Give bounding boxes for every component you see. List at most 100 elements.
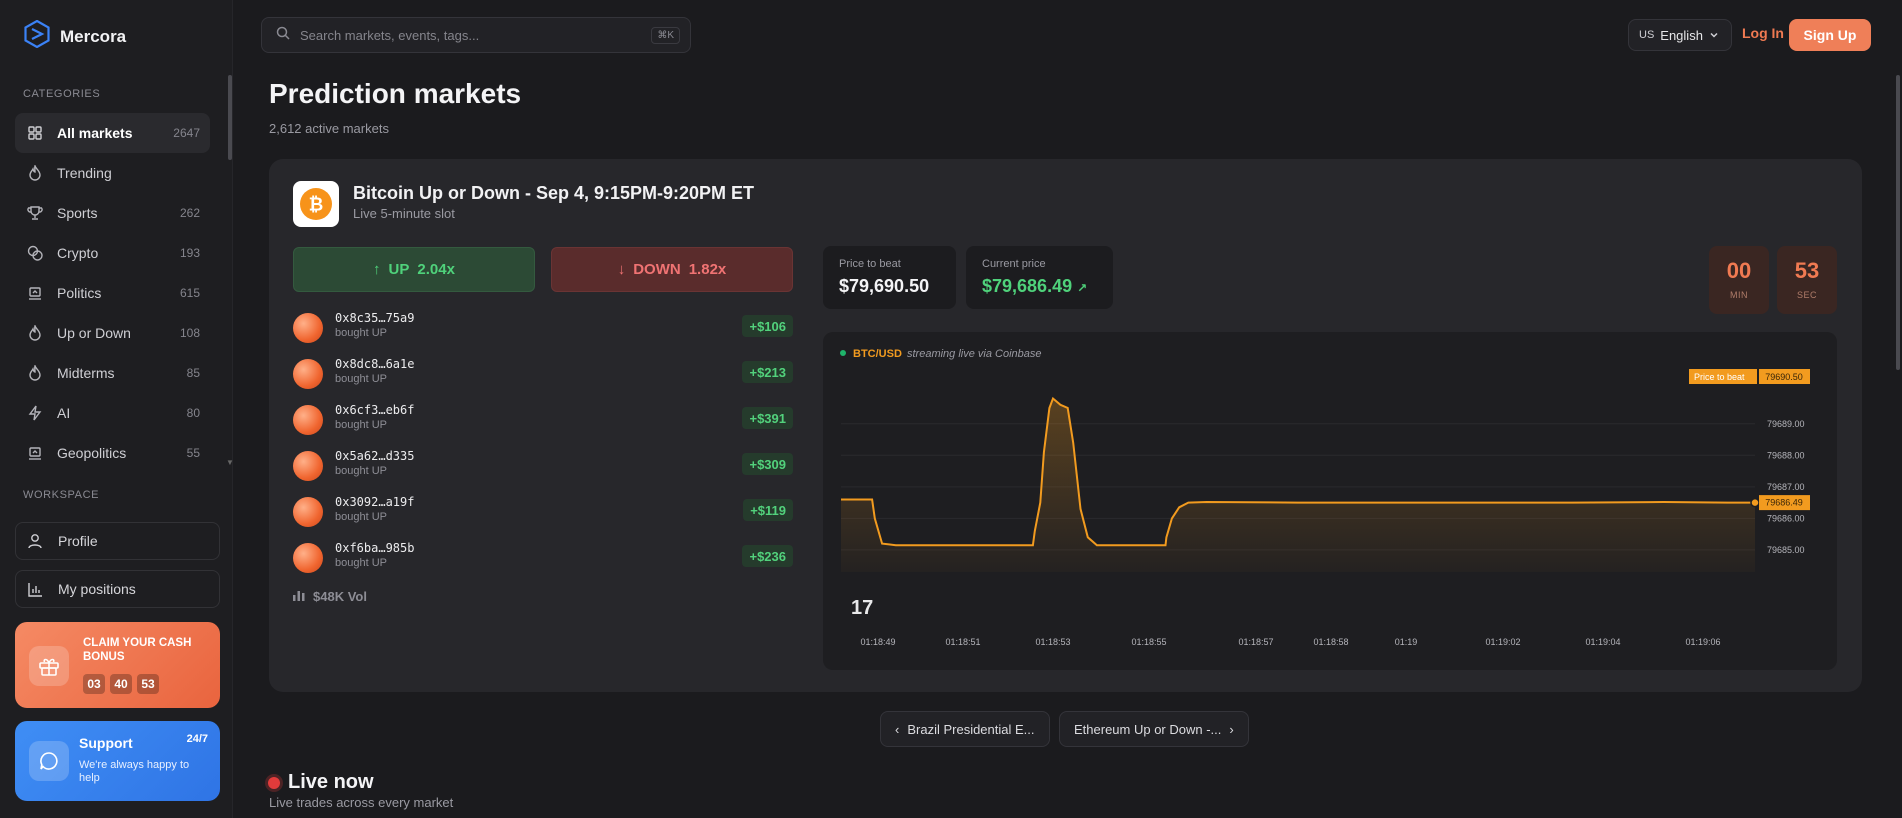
sidebar-item-politics[interactable]: Politics 615 bbox=[15, 273, 210, 313]
main-scrollbar[interactable] bbox=[1896, 75, 1900, 370]
y-tick-label: 79688.00 bbox=[1767, 450, 1805, 460]
flame-icon bbox=[27, 365, 43, 381]
y-axis: 79689.00 79688.00 79687.00 79686.00 79685.00 bbox=[1767, 419, 1805, 555]
bonus-countdown: 03 40 53 bbox=[83, 674, 159, 694]
search-bar[interactable]: ⌘K bbox=[261, 17, 691, 53]
support-card[interactable]: Support 24/7 We're always happy to help bbox=[15, 721, 220, 801]
price-to-beat-box: Price to beat $79,690.50 bbox=[823, 246, 956, 309]
market-subtitle: Live 5-minute slot bbox=[353, 206, 455, 221]
countdown-seconds-value: 53 bbox=[1794, 258, 1820, 283]
sidebar-item-label: Politics bbox=[57, 285, 102, 301]
countdown-minutes-value: 00 bbox=[1726, 258, 1752, 283]
search-input[interactable] bbox=[300, 27, 652, 43]
trade-address: 0x8c35…75a9 bbox=[335, 311, 415, 325]
x-tick-label: 01:18:51 bbox=[945, 637, 980, 647]
y-tick-label: 79686.00 bbox=[1767, 513, 1805, 523]
current-price-dot bbox=[1750, 497, 1760, 508]
chart-source-note: streaming live via Coinbase bbox=[907, 348, 1042, 360]
countdown-seconds: 53 SEC bbox=[1777, 246, 1837, 314]
x-tick-label: 01:19:02 bbox=[1485, 637, 1520, 647]
list-item: 0xf6ba…985b bought UP +$236 bbox=[293, 539, 793, 585]
trade-amount: +$391 bbox=[742, 407, 793, 429]
sidebar-item-geopolitics[interactable]: Geopolitics 55 bbox=[15, 433, 210, 473]
sidebar-item-midterms[interactable]: Midterms 85 bbox=[15, 353, 210, 393]
sidebar: Mercora CATEGORIES All markets 2647 Tren… bbox=[0, 0, 234, 818]
buy-down-button[interactable]: ↓ DOWN 1.82x bbox=[551, 247, 793, 292]
podium-icon bbox=[27, 445, 43, 461]
arrow-down-icon: ↓ bbox=[617, 261, 626, 278]
search-icon bbox=[276, 26, 290, 45]
current-price-value: $79,686.49 bbox=[982, 276, 1073, 296]
trophy-icon bbox=[27, 205, 43, 221]
sidebar-item-ai[interactable]: AI 80 bbox=[15, 393, 210, 433]
language-label: English bbox=[1660, 27, 1703, 43]
brand-name: Mercora bbox=[60, 26, 127, 46]
x-tick-label: 01:18:55 bbox=[1131, 637, 1166, 647]
sidebar-item-label: Geopolitics bbox=[57, 445, 127, 461]
price-chart[interactable]: BTC/USD streaming live via Coinbase 7968… bbox=[823, 332, 1837, 670]
my-positions-button[interactable]: My positions bbox=[15, 570, 220, 608]
volume-value: $48K Vol bbox=[313, 589, 367, 604]
avatar bbox=[293, 359, 323, 389]
language-select[interactable]: US English bbox=[1628, 19, 1732, 51]
trade-address: 0xf6ba…985b bbox=[335, 541, 415, 555]
login-link[interactable]: Log In bbox=[1742, 25, 1784, 41]
sidebar-scrollbar[interactable] bbox=[228, 75, 232, 160]
live-now-title: Live now bbox=[288, 771, 374, 793]
signup-button[interactable]: Sign Up bbox=[1789, 19, 1871, 51]
price-to-beat-value: $79,690.50 bbox=[839, 276, 930, 296]
price-to-beat-marker: Price to beat 79690.50 bbox=[1689, 369, 1810, 384]
y-tick-label: 79685.00 bbox=[1767, 545, 1805, 555]
market-title[interactable]: Bitcoin Up or Down - Sep 4, 9:15PM-9:20P… bbox=[353, 183, 754, 204]
profile-button[interactable]: Profile bbox=[15, 522, 220, 560]
sidebar-item-count: 108 bbox=[179, 326, 200, 340]
scroll-down-arrow-icon[interactable]: ▼ bbox=[226, 458, 234, 467]
trade-address: 0x8dc8…6a1e bbox=[335, 357, 415, 371]
chat-bubble-icon bbox=[29, 741, 69, 781]
avatar bbox=[293, 497, 323, 527]
categories-label: CATEGORIES bbox=[23, 88, 101, 100]
support-badge: 24/7 bbox=[186, 733, 208, 745]
flag-us-icon: US bbox=[1639, 29, 1655, 41]
sidebar-item-label: Midterms bbox=[57, 365, 115, 381]
sidebar-item-trending[interactable]: Trending bbox=[15, 153, 210, 193]
current-price-box: Current price $79,686.49 ↗ bbox=[966, 246, 1113, 309]
trade-action: bought UP bbox=[335, 327, 387, 339]
sidebar-item-label: AI bbox=[57, 405, 71, 421]
trade-action: bought UP bbox=[335, 557, 387, 569]
list-item: 0x8c35…75a9 bought UP +$106 bbox=[293, 309, 793, 355]
current-price-row: $79,686.49 ↗ bbox=[982, 276, 1097, 297]
x-tick-label: 01:18:53 bbox=[1035, 637, 1070, 647]
sidebar-item-count: 85 bbox=[186, 366, 200, 380]
avatar bbox=[293, 405, 323, 435]
cash-bonus-card[interactable]: CLAIM YOUR CASH BONUS 03 40 53 bbox=[15, 622, 220, 708]
bar-chart-icon bbox=[293, 589, 305, 604]
sidebar-item-crypto[interactable]: Crypto 193 bbox=[15, 233, 210, 273]
prev-market-button[interactable]: ‹ Brazil Presidential E... bbox=[880, 711, 1050, 747]
sidebar-item-up-or-down[interactable]: Up or Down 108 bbox=[15, 313, 210, 353]
x-tick-label: 01:19 bbox=[1395, 637, 1418, 647]
sidebar-item-sports[interactable]: Sports 262 bbox=[15, 193, 210, 233]
sidebar-item-count: 262 bbox=[179, 206, 200, 220]
current-price-tag: 79686.49 bbox=[1765, 498, 1803, 508]
sidebar-item-all-markets[interactable]: All markets 2647 bbox=[15, 113, 210, 153]
bolt-icon bbox=[27, 405, 43, 421]
sidebar-item-count: 80 bbox=[186, 406, 200, 420]
countdown-minutes-label: MIN bbox=[1730, 290, 1748, 300]
x-tick-label: 01:18:58 bbox=[1313, 637, 1348, 647]
grid-icon bbox=[27, 125, 43, 141]
brand[interactable]: Mercora bbox=[24, 19, 127, 53]
trend-up-arrow-icon: ↗ bbox=[1077, 281, 1088, 295]
next-market-button[interactable]: Ethereum Up or Down -... › bbox=[1059, 711, 1249, 747]
x-tick-label: 01:18:57 bbox=[1238, 637, 1273, 647]
live-indicator-icon bbox=[268, 777, 280, 789]
list-item: 0x6cf3…eb6f bought UP +$391 bbox=[293, 401, 793, 447]
countdown-minutes: 00 MIN bbox=[1709, 246, 1769, 314]
price-chart-svg[interactable]: BTC/USD streaming live via Coinbase 7968… bbox=[823, 332, 1837, 670]
bonus-minutes: 40 bbox=[110, 674, 132, 694]
support-title: Support bbox=[79, 735, 133, 751]
category-list: All markets 2647 Trending Sports 262 Cry… bbox=[15, 113, 210, 473]
buy-up-button[interactable]: ↑ UP 2.04x bbox=[293, 247, 535, 292]
trade-amount: +$236 bbox=[742, 545, 793, 567]
live-dot-icon bbox=[840, 350, 846, 356]
